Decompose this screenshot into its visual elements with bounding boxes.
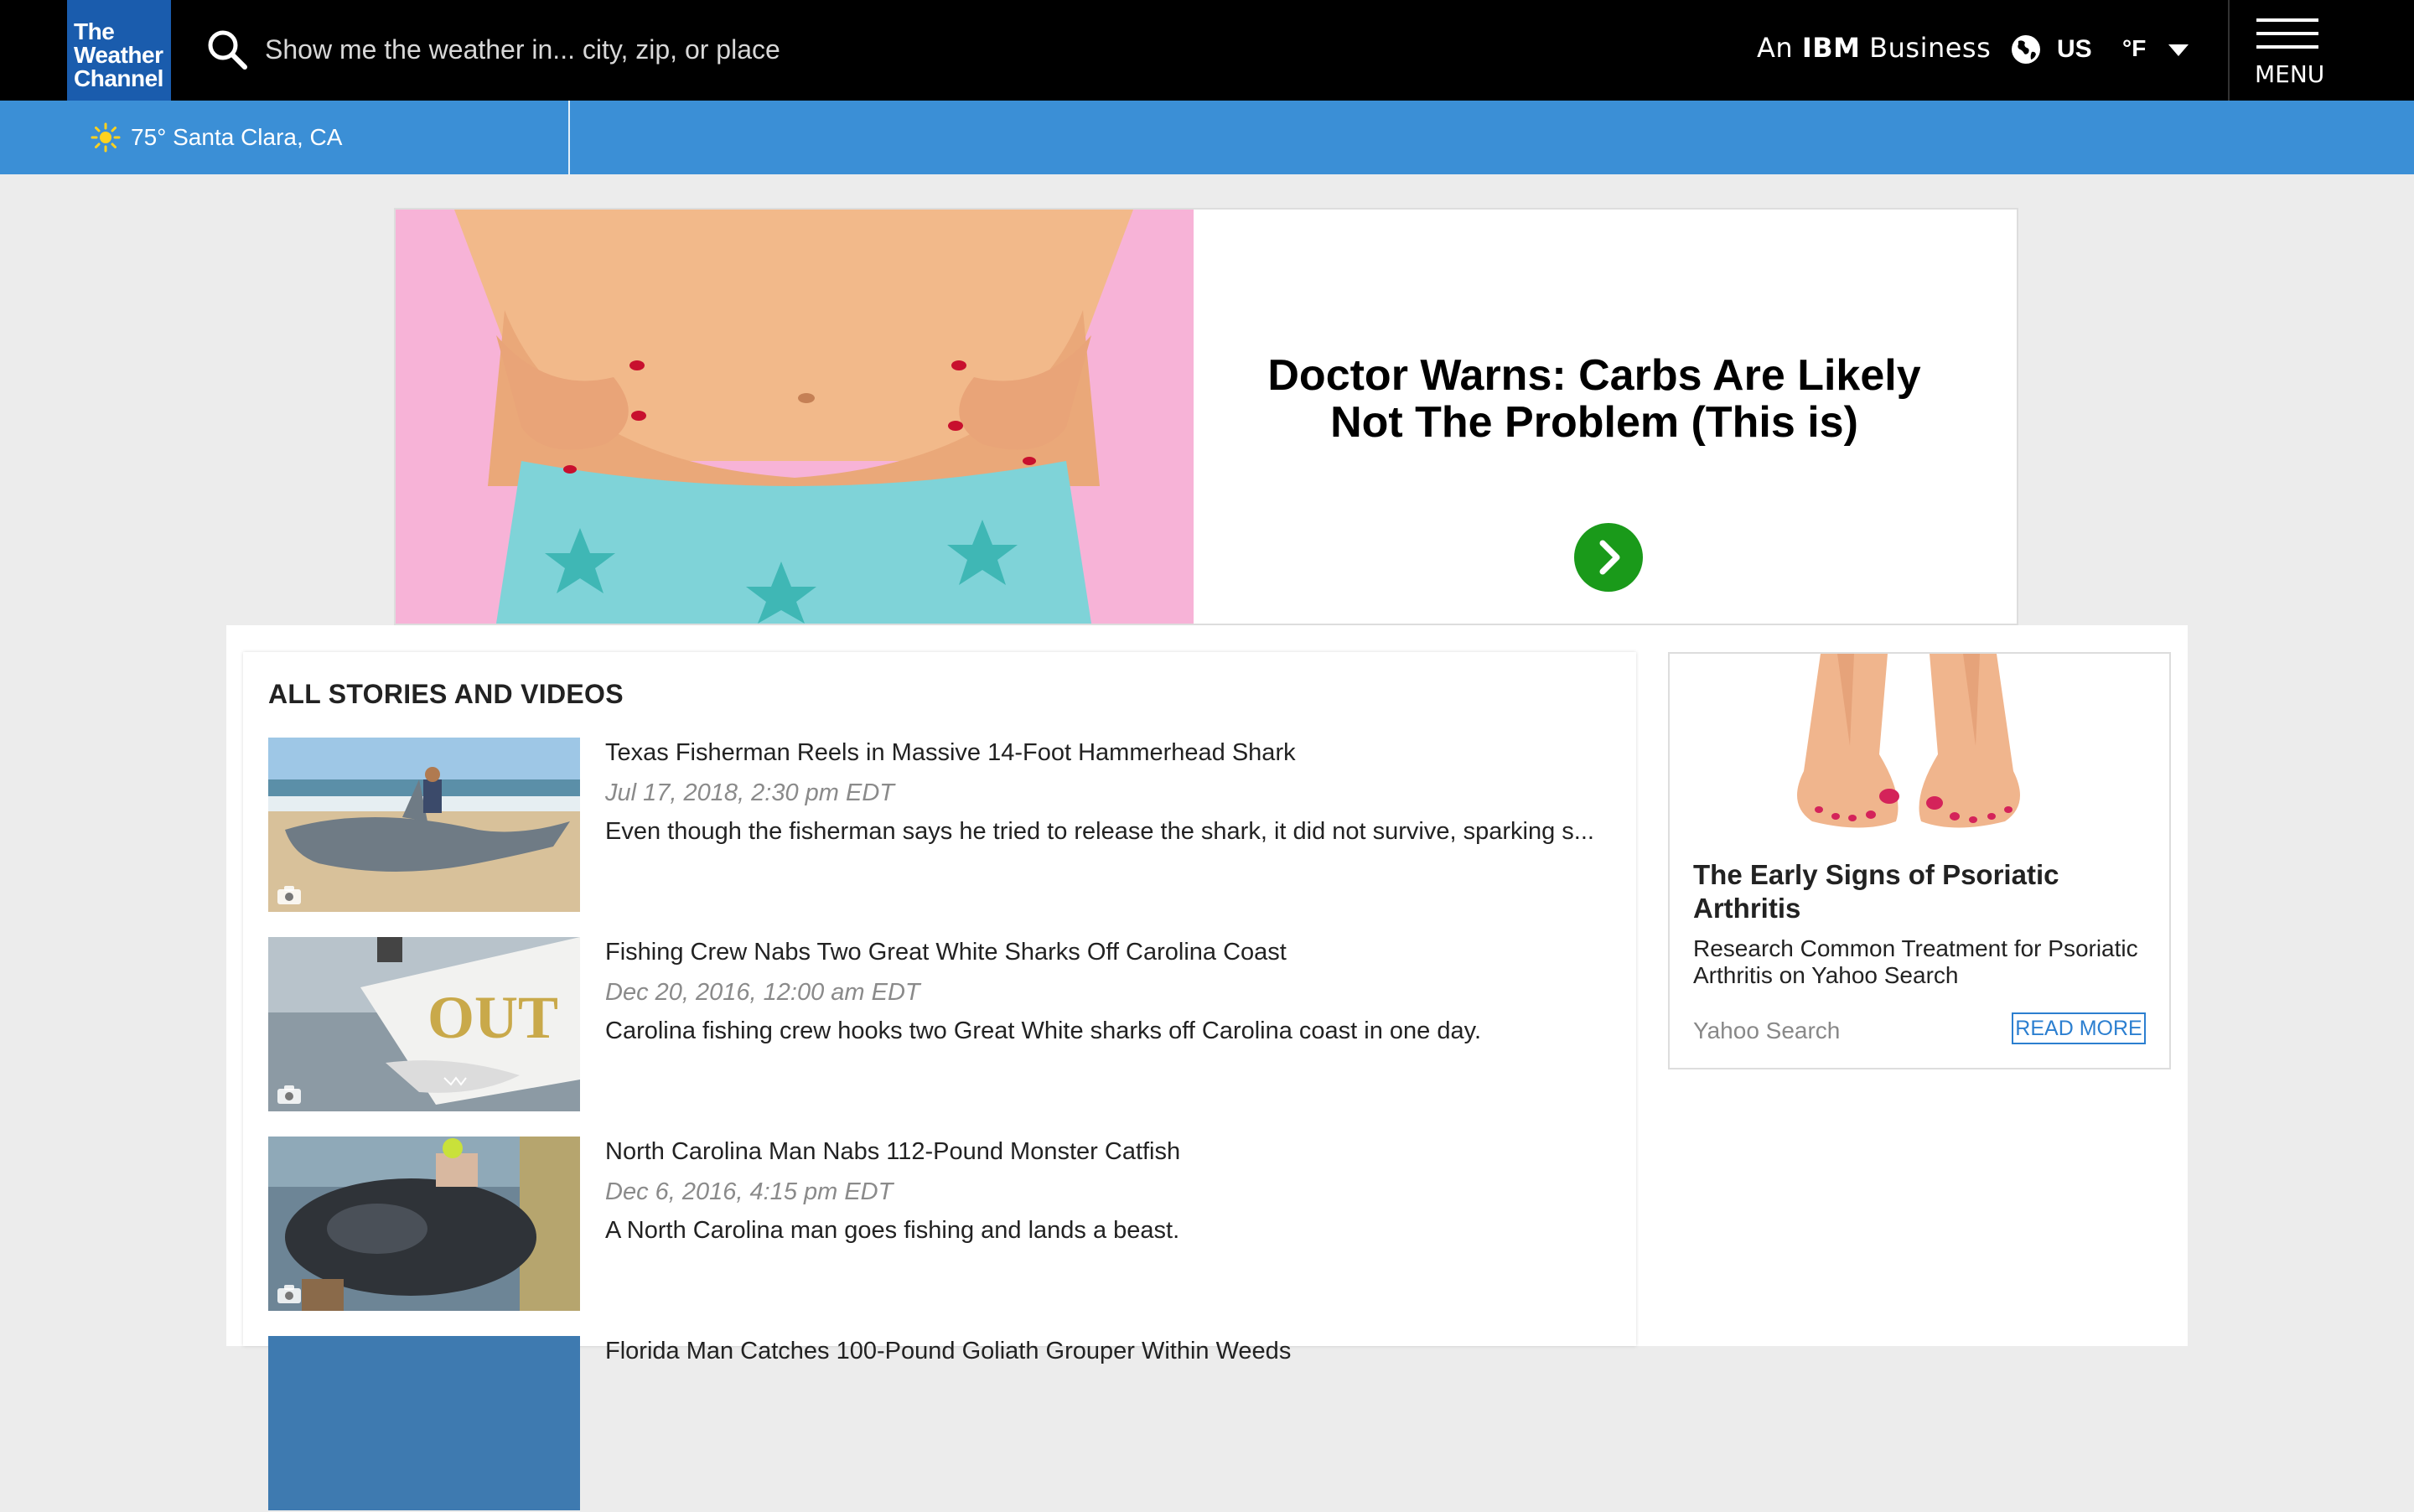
search-input[interactable] <box>263 25 937 74</box>
story-thumbnail[interactable] <box>268 1336 580 1510</box>
story-date: Jul 17, 2018, 2:30 pm EDT <box>605 779 894 806</box>
hamburger-icon <box>2256 18 2318 49</box>
story-description: A North Carolina man goes fishing and la… <box>605 1217 1180 1244</box>
story-thumbnail[interactable]: OUT <box>268 937 580 1111</box>
story-item[interactable]: North Carolina Man Nabs 112-Pound Monste… <box>268 1137 1609 1313</box>
story-thumbnail[interactable] <box>268 738 580 912</box>
camera-icon <box>277 1285 301 1303</box>
ibm-prefix: An <box>1757 32 1802 64</box>
story-date: Dec 20, 2016, 12:00 am EDT <box>605 979 920 1006</box>
weather-channel-logo[interactable]: The Weather Channel <box>67 0 171 101</box>
arrow-right-icon[interactable] <box>1574 523 1643 592</box>
ibm-suffix: Business <box>1860 32 1992 64</box>
unit-selector[interactable]: °F <box>2122 35 2146 62</box>
side-ad-description: Research Common Treatment for Psoriatic … <box>1693 935 2138 988</box>
logo-line-2: Weather <box>74 42 163 68</box>
story-title[interactable]: Florida Man Catches 100-Pound Goliath Gr… <box>605 1338 1291 1365</box>
top-nav-bar: The Weather Channel An IBM Business US °… <box>0 0 2414 101</box>
svg-text:OUT: OUT <box>427 984 558 1051</box>
read-more-button[interactable]: READ MORE <box>2012 1012 2146 1044</box>
story-description: Carolina fishing crew hooks two Great Wh… <box>605 1017 1482 1044</box>
story-date: Dec 6, 2016, 4:15 pm EDT <box>605 1178 894 1205</box>
chevron-down-icon[interactable] <box>2166 42 2191 59</box>
ad-illustration <box>396 210 1194 624</box>
section-title: ALL STORIES AND VIDEOS <box>268 679 624 709</box>
ad-headline[interactable]: Doctor Warns: Carbs Are Likely Not The P… <box>1225 352 1963 446</box>
ibm-brand: IBM <box>1801 32 1861 64</box>
location-divider <box>568 101 570 174</box>
story-item[interactable]: OUT Fishing Crew Nabs Two Great White Sh… <box>268 937 1609 1113</box>
ad-feet-illustration <box>1770 654 2047 838</box>
side-ad[interactable]: The Early Signs of Psoriatic Arthritis R… <box>1668 652 2171 1069</box>
location-bar: 75° Santa Clara, CA <box>0 101 2414 174</box>
side-ad-title[interactable]: The Early Signs of Psoriatic Arthritis <box>1693 858 2154 925</box>
camera-icon <box>277 886 301 904</box>
story-title[interactable]: Fishing Crew Nabs Two Great White Sharks… <box>605 939 1287 966</box>
stories-panel: ALL STORIES AND VIDEOS Texas Fisherman R… <box>243 652 1636 1510</box>
story-item[interactable]: Florida Man Catches 100-Pound Goliath Gr… <box>268 1336 1609 1512</box>
story-item[interactable]: Texas Fisherman Reels in Massive 14-Foot… <box>268 738 1609 914</box>
ibm-business-text: An IBM Business <box>1757 32 1991 64</box>
logo-line-1: The <box>74 18 115 44</box>
globe-icon[interactable] <box>2010 34 2042 65</box>
menu-label: MENU <box>2255 60 2325 88</box>
ad-banner[interactable]: Doctor Warns: Carbs Are Likely Not The P… <box>394 208 2018 625</box>
story-title[interactable]: North Carolina Man Nabs 112-Pound Monste… <box>605 1138 1180 1166</box>
sun-icon <box>91 122 121 153</box>
story-thumbnail[interactable] <box>268 1137 580 1311</box>
logo-line-3: Channel <box>74 65 163 91</box>
menu-button[interactable]: MENU <box>2230 0 2347 101</box>
search-icon[interactable] <box>205 27 250 72</box>
camera-icon <box>277 1085 301 1104</box>
side-ad-source: Yahoo Search <box>1693 1017 1841 1043</box>
current-location-weather[interactable]: 75° Santa Clara, CA <box>131 124 342 151</box>
region-selector[interactable]: US <box>2057 35 2092 64</box>
story-description: Even though the fisherman says he tried … <box>605 818 1594 845</box>
story-title[interactable]: Texas Fisherman Reels in Massive 14-Foot… <box>605 739 1296 767</box>
